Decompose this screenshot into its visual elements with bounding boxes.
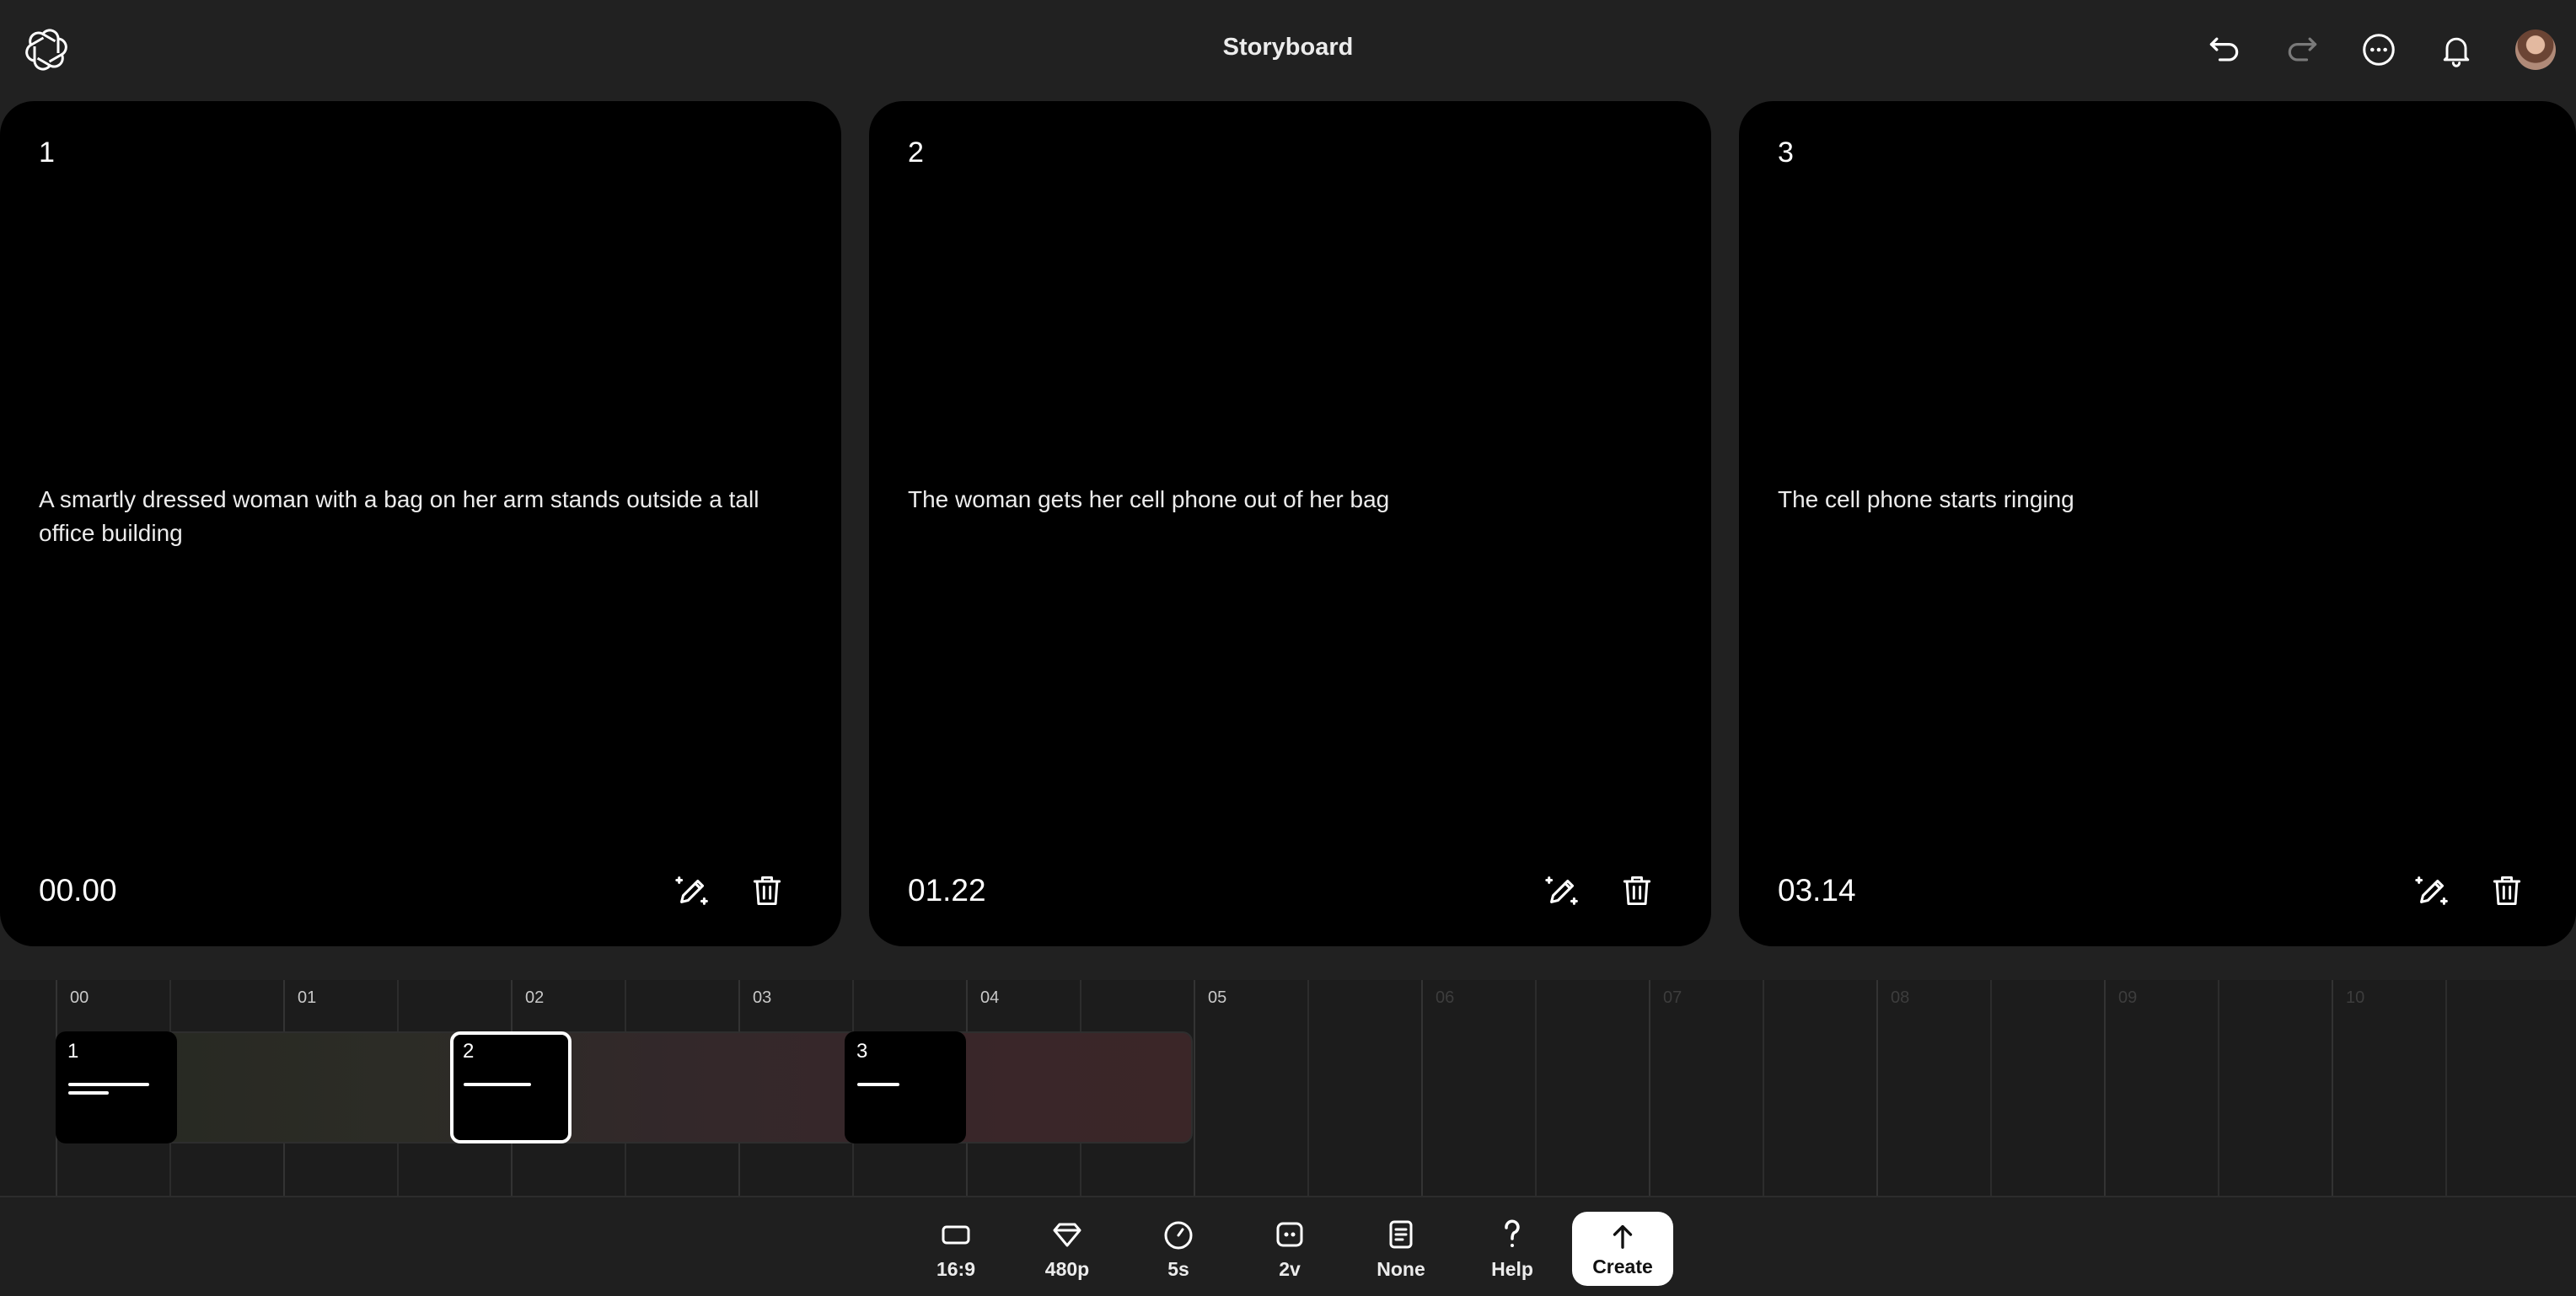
aspect-ratio-icon [942,1225,970,1245]
question-icon [1505,1219,1520,1247]
variations-label: 2v [1279,1258,1301,1280]
timeline-tick-label: 04 [980,988,1000,1007]
card-description[interactable]: The woman gets her cell phone out of her… [908,483,1672,517]
redo-icon[interactable] [2281,29,2323,71]
storyboard-app: Storyboard 1 A smartly dressed woman wit… [0,0,2576,1296]
timeline-gridline [1649,980,1650,1196]
timeline-gridline [2445,980,2447,1196]
timeline-gridline [1763,980,1764,1196]
clip-text-line [68,1083,149,1086]
timeline-tick-label: 05 [1208,988,1227,1007]
resolution-label: 480p [1044,1258,1090,1280]
clip-text-line [857,1083,899,1086]
timeline-gridline [1194,980,1195,1196]
trash-icon[interactable] [2487,870,2527,911]
help-label: Help [1491,1258,1533,1280]
arrow-up-icon [1613,1224,1633,1249]
edit-pencil-icon[interactable] [2412,870,2453,911]
timeline-tick-label: 02 [525,988,545,1007]
timeline-gridline [1990,980,1992,1196]
timeline-tick-label: 06 [1436,988,1455,1007]
create-button[interactable]: Create [1572,1212,1673,1286]
clip-number: 1 [67,1040,79,1063]
card-description[interactable]: The cell phone starts ringing [1778,483,2537,517]
aspect-ratio-button[interactable]: 16:9 [910,1218,1002,1285]
timeline-gridline [1535,980,1537,1196]
resolution-button[interactable]: 480p [1021,1218,1114,1285]
variations-icon [1276,1222,1303,1247]
edit-pencil-icon[interactable] [1543,870,1583,911]
timeline-tick-label: 09 [2118,988,2138,1007]
timeline-gridline [2332,980,2333,1196]
card-number: 3 [1778,137,1794,169]
card-number: 1 [39,137,55,169]
bottom-toolbar: 16:9 480p 5s 2v None Help Create [0,1196,2576,1296]
preset-icon [1389,1220,1413,1249]
card-timestamp: 03.14 [1778,873,1856,908]
timeline[interactable]: 00 01 02 03 04 05 06 07 08 09 10 1 2 3 [0,980,2576,1196]
create-label: Create [1592,1255,1653,1277]
duration-button[interactable]: 5s [1132,1218,1225,1285]
aspect-ratio-label: 16:9 [936,1258,976,1280]
page-title: Storyboard [1222,34,1354,61]
help-button[interactable]: Help [1466,1218,1559,1285]
timeline-gridline [1876,980,1878,1196]
timeline-tick-label: 00 [70,988,89,1007]
storyboard-card-3[interactable]: 3 The cell phone starts ringing 03.14 [1739,101,2576,946]
bell-icon[interactable] [2435,29,2477,71]
trash-icon[interactable] [747,870,787,911]
undo-icon[interactable] [2203,29,2246,71]
diamond-icon [1053,1223,1081,1247]
card-description[interactable]: A smartly dressed woman with a bag on he… [39,483,802,550]
variations-button[interactable]: 2v [1243,1218,1336,1285]
avatar[interactable] [2515,29,2556,70]
storyboard-card-1[interactable]: 1 A smartly dressed woman with a bag on … [0,101,841,946]
timeline-tick-label: 08 [1891,988,1910,1007]
timer-icon [1164,1221,1193,1250]
timeline-tick-label: 07 [1663,988,1682,1007]
duration-label: 5s [1167,1258,1189,1280]
card-timestamp: 00.00 [39,873,117,908]
top-bar: Storyboard [0,0,2576,101]
timeline-tick-label: 03 [753,988,772,1007]
preset-button[interactable]: None [1355,1218,1447,1285]
timeline-track[interactable] [56,1031,1193,1143]
edit-pencil-icon[interactable] [673,870,713,911]
clip-number: 3 [856,1040,868,1063]
clip-text-line [464,1083,531,1086]
timeline-gridline [2218,980,2219,1196]
timeline-clip-2[interactable]: 2 [450,1031,572,1143]
clip-text-line [68,1091,109,1095]
trash-icon[interactable] [1617,870,1657,911]
timeline-gridline [2104,980,2106,1196]
timeline-tick-label: 10 [2346,988,2365,1007]
card-timestamp: 01.22 [908,873,986,908]
timeline-clip-1[interactable]: 1 [56,1031,177,1143]
timeline-tick-label: 01 [298,988,317,1007]
timeline-clip-3[interactable]: 3 [845,1031,966,1143]
more-icon[interactable] [2358,29,2400,71]
preset-label: None [1377,1258,1425,1280]
card-number: 2 [908,137,924,169]
timeline-gridline [1307,980,1309,1196]
storyboard-card-2[interactable]: 2 The woman gets her cell phone out of h… [869,101,1711,946]
timeline-gridline [1421,980,1423,1196]
clip-number: 2 [463,1040,475,1063]
